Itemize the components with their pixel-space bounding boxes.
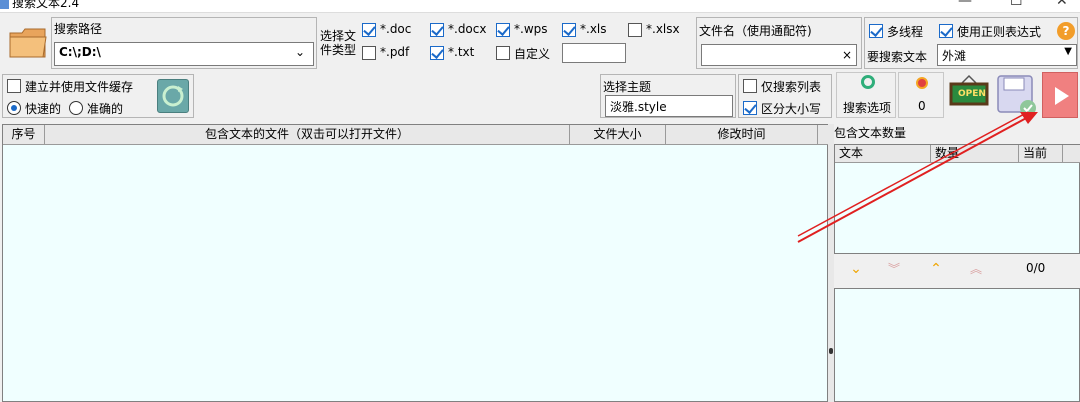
file-type-group: 选择文件类型 *.doc *.docx *.wps *.xls *.xlsx *…	[320, 17, 692, 69]
col-file[interactable]: 包含文本的文件（双击可以打开文件）	[45, 125, 570, 145]
build-cache-label: 建立并使用文件缓存	[25, 80, 134, 94]
cache-group: 建立并使用文件缓存 快速的 准确的	[2, 74, 194, 118]
second-row: 建立并使用文件缓存 快速的 准确的 选择主题 淡雅.style 仅搜索列表 区分…	[0, 72, 1080, 120]
text-count-title: 包含文本数量	[834, 126, 907, 140]
only-list-label: 仅搜索列表	[761, 80, 822, 94]
folder-icon	[9, 28, 47, 58]
folder-button[interactable]	[8, 25, 48, 61]
accurate-label: 准确的	[87, 102, 124, 116]
col-current[interactable]: 当前	[1019, 145, 1063, 163]
regex-label: 使用正则表达式	[957, 25, 1042, 39]
search-text-label: 要搜索文本	[867, 50, 928, 64]
checkbox-xlsx[interactable]	[628, 23, 642, 37]
app-icon	[0, 0, 9, 9]
theme-group: 选择主题 淡雅.style	[600, 74, 736, 118]
window-title: 搜索文本2.4	[12, 0, 80, 10]
top-panel: 搜索路径 C:\;D:\ ⌄ 选择文件类型 *.doc *.docx *.wps…	[0, 12, 1080, 72]
list-options-group: 仅搜索列表 区分大小写	[738, 74, 832, 118]
counter-box: 0	[898, 72, 944, 118]
custom-type-input[interactable]	[562, 43, 626, 63]
checkbox-regex[interactable]	[939, 24, 953, 38]
checkbox-case-sensitive[interactable]	[743, 101, 757, 115]
col-index[interactable]: 序号	[3, 125, 45, 145]
checkbox-xls[interactable]	[562, 23, 576, 37]
type-doc-label: *.doc	[380, 22, 412, 36]
type-txt-label: *.txt	[448, 45, 475, 59]
results-table-header: 序号 包含文本的文件（双击可以打开文件） 文件大小 修改时间	[3, 125, 829, 145]
clear-filename-button[interactable]: ×	[842, 48, 852, 62]
title-bar: 搜索文本2.4 — ☐ ✕	[0, 0, 1080, 12]
filename-group: 文件名（使用通配符) ×	[696, 17, 862, 69]
counter-value: 0	[918, 99, 926, 113]
search-text-select[interactable]: 外滩 ▼	[937, 44, 1077, 66]
maximize-button[interactable]: ☐	[1010, 0, 1023, 9]
play-icon	[1055, 87, 1069, 105]
filename-label: 文件名（使用通配符)	[699, 24, 812, 38]
refresh-icon	[162, 85, 184, 107]
col-text[interactable]: 文本	[835, 145, 931, 163]
type-wps-label: *.wps	[514, 22, 548, 36]
open-button[interactable]: OPEN	[946, 72, 992, 118]
checkbox-multithread[interactable]	[869, 24, 883, 38]
type-xlsx-label: *.xlsx	[646, 22, 680, 36]
save-button[interactable]	[994, 72, 1040, 118]
checkbox-pdf[interactable]	[362, 46, 376, 60]
search-path-group: 搜索路径 C:\;D:\ ⌄	[51, 17, 317, 69]
filename-input[interactable]: ×	[701, 44, 857, 66]
col-size[interactable]: 文件大小	[570, 125, 666, 145]
type-docx-label: *.docx	[448, 22, 487, 36]
theme-select[interactable]: 淡雅.style	[605, 95, 733, 117]
search-path-label: 搜索路径	[54, 22, 103, 36]
close-button[interactable]: ✕	[1056, 0, 1068, 9]
text-count-table[interactable]: 文本 数量 当前	[834, 144, 1080, 254]
theme-label: 选择主题	[603, 80, 652, 94]
type-pdf-label: *.pdf	[380, 45, 410, 59]
results-table[interactable]: 序号 包含文本的文件（双击可以打开文件） 文件大小 修改时间	[2, 124, 829, 402]
text-count-header: 文本 数量 当前	[835, 145, 1080, 163]
checkbox-doc[interactable]	[362, 23, 376, 37]
start-search-button[interactable]	[1042, 72, 1078, 118]
checkbox-wps[interactable]	[496, 23, 510, 37]
type-xls-label: *.xls	[580, 22, 607, 36]
col-count[interactable]: 数量	[931, 145, 1019, 163]
next-match-button[interactable]: ⌄	[838, 258, 874, 280]
navigation-bar: ⌄ ︾ ⌃ ︽ 0/0	[834, 256, 1080, 282]
context-preview-pane[interactable]	[834, 288, 1080, 402]
fast-label: 快速的	[25, 102, 62, 116]
checkbox-only-list[interactable]	[743, 79, 757, 93]
open-sign-text: OPEN	[958, 89, 986, 99]
radio-fast[interactable]	[7, 101, 21, 115]
chevron-down-icon: ⌄	[294, 45, 305, 59]
last-match-button[interactable]: ︾	[876, 258, 912, 280]
alert-icon	[916, 77, 928, 89]
search-path-value: C:\;D:\	[59, 45, 101, 59]
multithread-label: 多线程	[887, 25, 924, 39]
first-match-button[interactable]: ︽	[958, 258, 994, 280]
gear-icon	[861, 75, 875, 89]
dropdown-arrow-icon: ▼	[1064, 46, 1072, 57]
right-panel: 包含文本数量 文本 数量 当前 ⌄ ︾ ⌃ ︽ 0/0	[834, 122, 1080, 402]
checkbox-docx[interactable]	[430, 23, 444, 37]
case-sensitive-label: 区分大小写	[761, 102, 822, 116]
search-options-group: 多线程 使用正则表达式 ? 要搜索文本 外滩 ▼	[864, 17, 1078, 69]
radio-accurate[interactable]	[69, 101, 83, 115]
checkbox-custom[interactable]	[496, 46, 510, 60]
search-text-value: 外滩	[942, 49, 967, 63]
search-options-button[interactable]: 搜索选项	[836, 72, 896, 118]
search-path-select[interactable]: C:\;D:\ ⌄	[54, 42, 314, 66]
search-options-label: 搜索选项	[843, 101, 892, 115]
refresh-cache-button[interactable]	[157, 79, 189, 113]
save-disk-icon	[997, 75, 1036, 116]
help-button[interactable]: ?	[1057, 22, 1075, 40]
splitter-handle	[829, 348, 833, 354]
file-type-label: 选择文件类型	[320, 29, 357, 57]
match-counter: 0/0	[1026, 261, 1046, 275]
col-modified[interactable]: 修改时间	[666, 125, 818, 145]
minimize-button[interactable]: —	[958, 0, 972, 9]
checkbox-build-cache[interactable]	[7, 79, 21, 93]
type-custom-label: 自定义	[514, 47, 551, 61]
checkbox-txt[interactable]	[430, 46, 444, 60]
prev-match-button[interactable]: ⌃	[918, 258, 954, 280]
